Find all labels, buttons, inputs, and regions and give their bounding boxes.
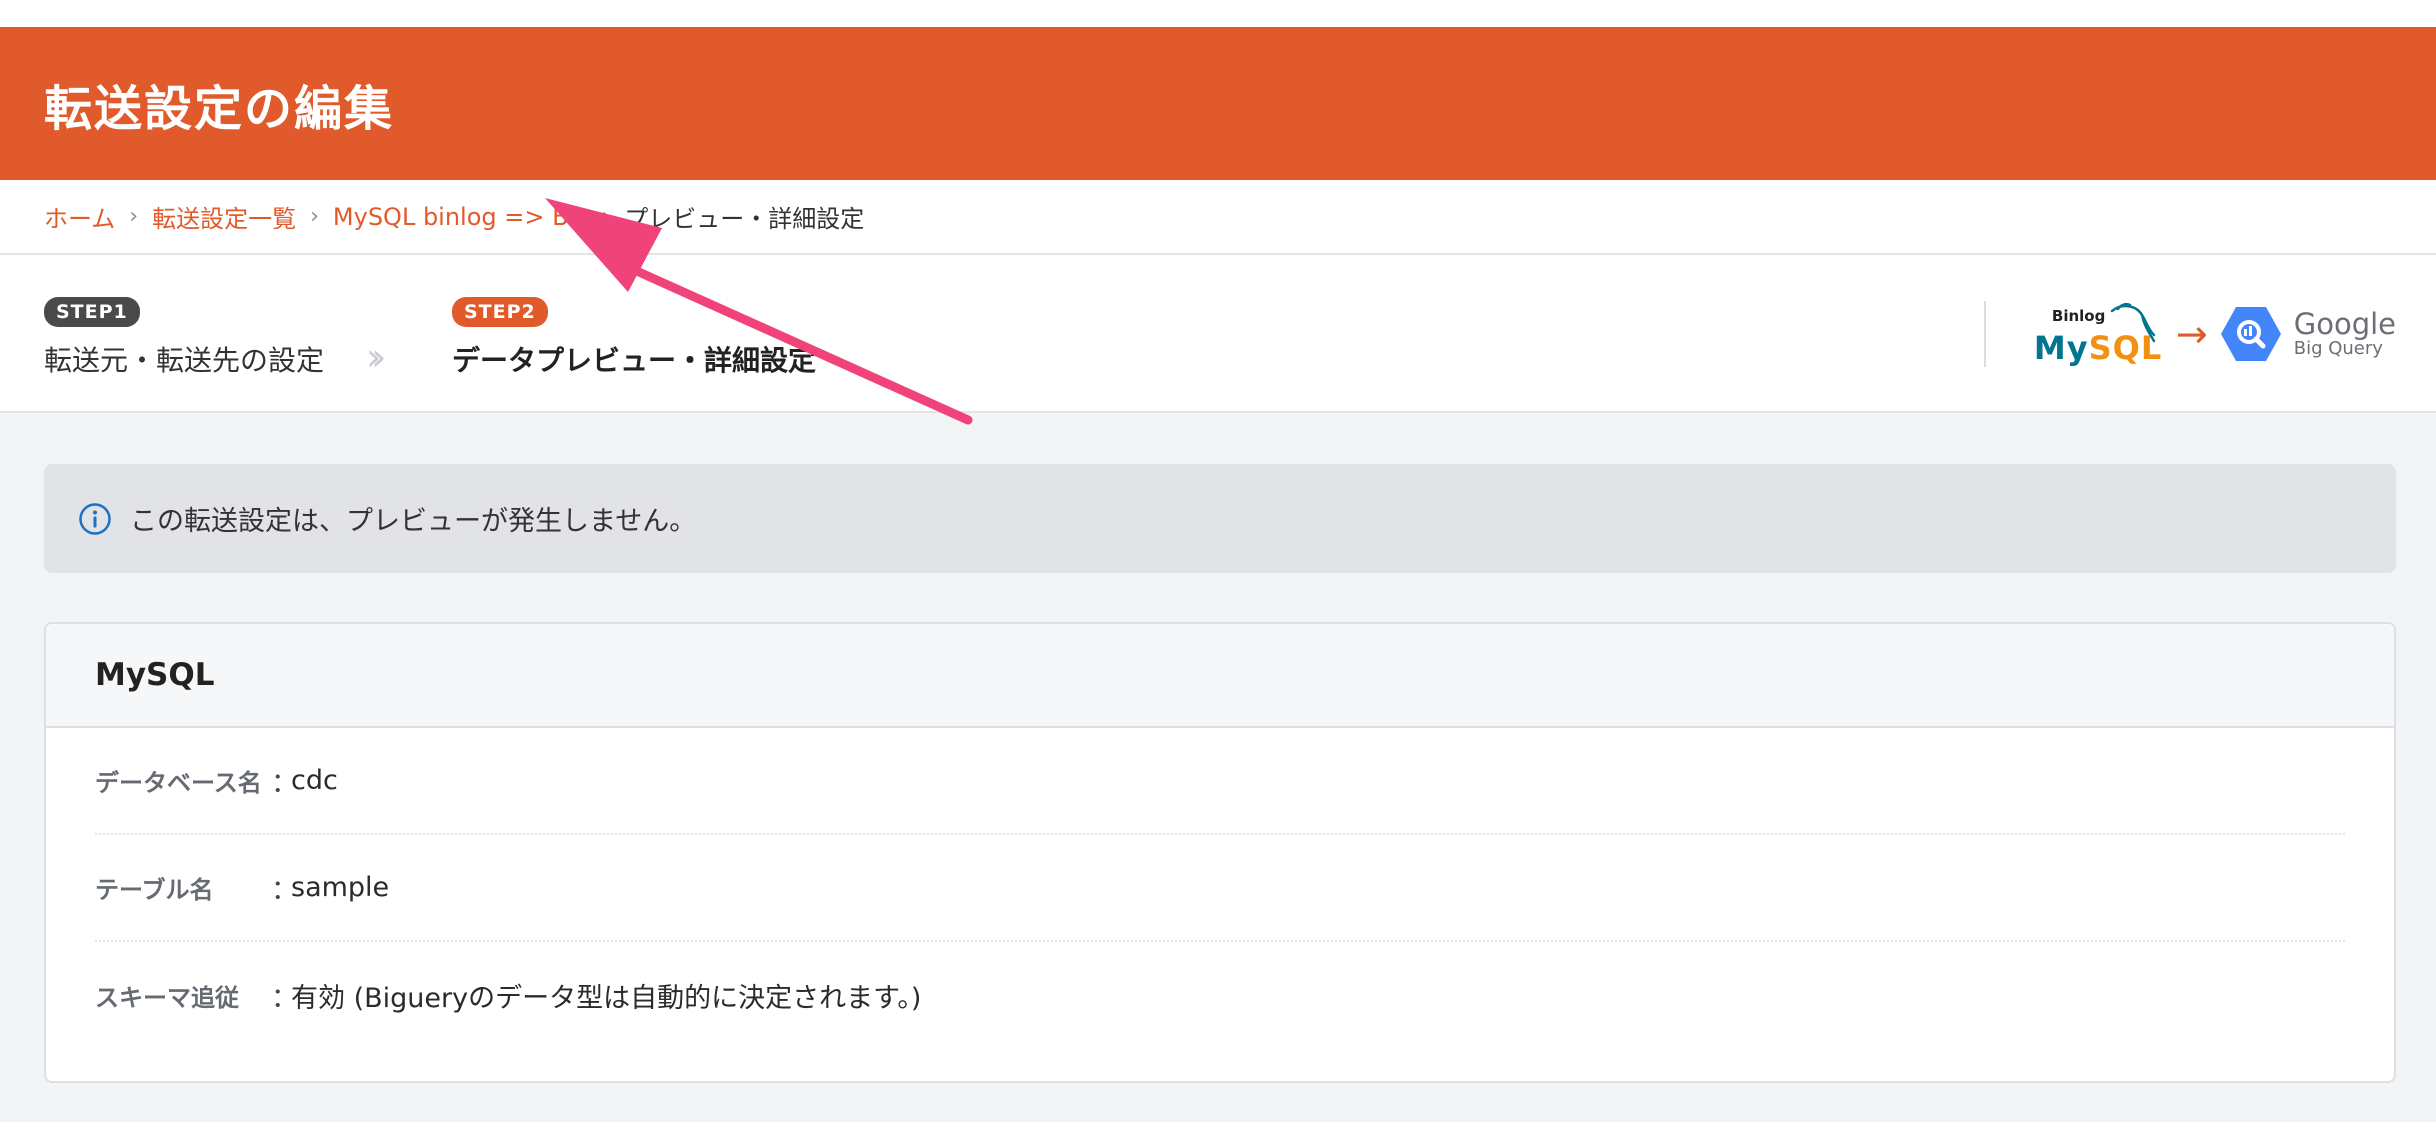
setting-value: sample (291, 872, 390, 903)
info-alert: この転送設定は、プレビューが発生しません。 (44, 464, 2396, 573)
setting-colon: ： (271, 983, 298, 1014)
connector-logos: Binlog MySQL → Google Big Query (1983, 301, 2396, 367)
source-settings-card: MySQL データベース名 ： cdc テーブル名 ： sample スキーマ追… (44, 622, 2396, 1083)
setting-value: 有効 (Bigueryのデータ型は自動的に決定されます。) (291, 983, 922, 1014)
top-strip (0, 0, 2436, 27)
step-2: STEP2 データプレビュー・詳細設定 (452, 297, 816, 379)
setting-row-schema-tracking: スキーマ追従 ： 有効 (Bigueryのデータ型は自動的に決定されます。) (95, 942, 2345, 1049)
setting-value: cdc (291, 765, 338, 796)
page-header: 転送設定の編集 (0, 27, 2436, 180)
setting-key: テーブル名 (95, 876, 214, 904)
step-indicator: STEP1 転送元・転送先の設定 ›› STEP2 データプレビュー・詳細設定 … (0, 255, 2436, 413)
google-bigquery-wordmark: Google Big Query (2294, 309, 2396, 358)
breadcrumb: ホーム › 転送設定一覧 › MySQL binlog => BQ › プレビュ… (0, 180, 2436, 255)
chevron-right-icon: › (310, 204, 319, 229)
info-message: この転送設定は、プレビューが発生しません。 (130, 506, 697, 537)
step-1-badge: STEP1 (44, 297, 140, 327)
setting-row-database: データベース名 ： cdc (95, 728, 2345, 835)
breadcrumb-transfer-link[interactable]: MySQL binlog => BQ (333, 203, 588, 231)
google-label: Google (2293, 307, 2396, 342)
chevron-right-icon: › (601, 204, 611, 229)
breadcrumb-current: プレビュー・詳細設定 (624, 205, 865, 233)
setting-row-table: テーブル名 ： sample (95, 835, 2345, 942)
step-2-label: データプレビュー・詳細設定 (452, 344, 817, 377)
bigquery-label: Big Query (2293, 337, 2383, 359)
card-header: MySQL (46, 624, 2394, 728)
page: 転送設定の編集 ホーム › 転送設定一覧 › MySQL binlog => B… (0, 0, 2436, 1122)
chevron-right-icon: › (129, 204, 139, 229)
bigquery-icon (2220, 307, 2281, 361)
setting-colon: ： (271, 875, 298, 906)
breadcrumb-transfer-list-link[interactable]: 転送設定一覧 (152, 199, 296, 234)
step-1[interactable]: STEP1 転送元・転送先の設定 (44, 297, 324, 379)
info-icon (79, 502, 111, 535)
setting-key: データベース名 (95, 769, 262, 797)
arrow-right-icon: → (2175, 312, 2208, 356)
mysql-binlog-logo: Binlog MySQL (2034, 301, 2161, 367)
setting-key: スキーマ追従 (95, 984, 239, 1012)
settings-list: データベース名 ： cdc テーブル名 ： sample スキーマ追従 ： 有効… (46, 728, 2394, 1049)
page-title: 転送設定の編集 (44, 80, 395, 137)
setting-colon: ： (271, 768, 298, 799)
double-chevron-icon: ›› (366, 335, 387, 379)
binlog-label: Binlog (2051, 307, 2106, 325)
mysql-wordmark: MySQL (2033, 329, 2163, 367)
step-2-badge: STEP2 (452, 297, 548, 327)
step-1-label: 転送元・転送先の設定 (44, 344, 325, 377)
breadcrumb-home-link[interactable]: ホーム (44, 199, 115, 234)
card-title: MySQL (95, 657, 215, 693)
